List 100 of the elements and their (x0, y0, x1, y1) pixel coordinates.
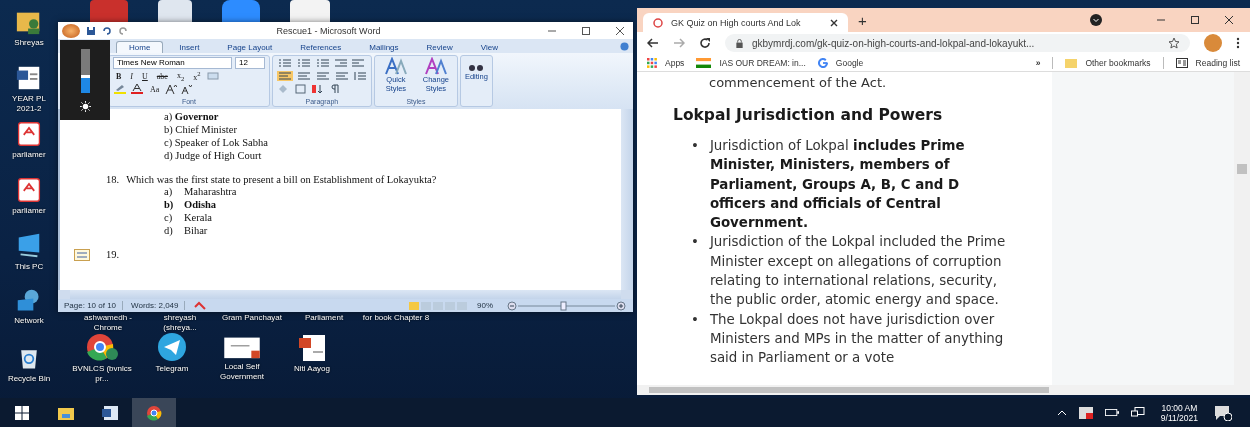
redo-icon[interactable] (118, 25, 128, 36)
brightness-slider[interactable] (80, 48, 90, 93)
horizontal-scrollbar[interactable] (70, 290, 621, 299)
close-icon[interactable] (1224, 15, 1234, 25)
horizontal-scrollbar[interactable] (637, 385, 1250, 395)
maximize-icon[interactable] (581, 25, 591, 36)
tray-app-icon[interactable] (1078, 406, 1093, 419)
desktop-icon-label[interactable]: YEAR PL 2021-2 (9, 94, 49, 114)
reload-icon[interactable] (699, 37, 711, 49)
bullet-item: The Lokpal does not have jurisdiction over Ministers and MPs in the matter of anything said in Parliament or a vote (709, 310, 1005, 368)
undo-icon[interactable] (102, 25, 112, 36)
document-icon (102, 405, 118, 420)
network-icon[interactable] (1130, 406, 1145, 419)
brightness-icon (79, 100, 91, 112)
align-icon[interactable] (276, 71, 293, 81)
sort-icon[interactable] (310, 84, 325, 94)
browser-icon[interactable] (85, 332, 119, 362)
back-icon[interactable] (647, 37, 659, 49)
address-bar[interactable]: gkbymrdj.com/gk-quiz-on-high-courts-and-lokpal-and-lokayukt... (725, 34, 1190, 52)
format-button[interactable]: B (113, 71, 125, 81)
notification-icon[interactable] (1214, 404, 1232, 421)
choice-text: Maharashtra (184, 186, 237, 199)
bookmark[interactable]: IAS OUR DREAM: in... (696, 57, 806, 68)
grow-font-icon[interactable] (165, 84, 178, 94)
more-bookmarks-button[interactable]: » (1035, 57, 1041, 68)
close-icon[interactable] (830, 18, 838, 27)
vertical-scrollbar[interactable] (621, 109, 633, 290)
grid-icon (647, 57, 657, 68)
format-button[interactable]: x$_{2}$ (173, 70, 188, 82)
desktop-icon-label[interactable]: for book Chapter 8 (362, 313, 430, 333)
battery-icon[interactable] (1104, 408, 1119, 417)
maximize-icon[interactable] (1190, 15, 1200, 25)
close-icon[interactable] (615, 25, 625, 36)
ribbon-tab[interactable]: References (288, 42, 354, 53)
ribbon-tab[interactable]: View (468, 42, 510, 53)
clock-date[interactable]: 9/11/2021 (1160, 412, 1198, 423)
desktop-icon-label[interactable]: parliamer (12, 150, 46, 160)
ribbon-tab[interactable]: Insert (167, 42, 212, 53)
browser-tab[interactable]: GK Quiz on High courts And Lok (643, 13, 848, 32)
presentation-file-icon[interactable] (297, 332, 327, 362)
chevron-up-icon[interactable] (1056, 409, 1067, 416)
desktop-icon-label[interactable]: Parliament (290, 313, 358, 333)
paper-plane-icon[interactable] (157, 332, 187, 362)
bookmark[interactable]: Apps (647, 57, 685, 68)
desktop-icon-label[interactable]: This PC (14, 262, 44, 272)
desktop-icon-label[interactable]: parliamer (12, 206, 46, 216)
desktop-icon-label[interactable]: shreyash (shreya... (146, 313, 214, 333)
zoom-slider-drawing[interactable] (507, 300, 627, 311)
star-icon[interactable] (1168, 37, 1180, 49)
proofing-icon[interactable] (193, 300, 208, 311)
ribbon-tab[interactable]: Home (116, 41, 164, 53)
bullet-marker: • (691, 233, 699, 252)
lock-icon (735, 38, 744, 48)
bookmark[interactable]: Google (817, 57, 864, 68)
office-button[interactable] (62, 23, 80, 38)
font-name-dropdown[interactable]: Times New Roman (113, 57, 232, 69)
question-number: 18. (106, 174, 120, 185)
new-tab-button[interactable]: + (858, 11, 867, 29)
font-color-icon[interactable] (130, 84, 144, 94)
browser-icon (146, 404, 162, 421)
menu-icon[interactable] (1236, 37, 1240, 49)
reading-list-icon (1175, 57, 1188, 68)
ribbon-tab[interactable]: Review (414, 42, 465, 53)
save-icon[interactable] (86, 25, 96, 36)
change-case-button[interactable]: Aa (147, 84, 163, 94)
zoom-level[interactable]: 90% (477, 301, 499, 310)
choice-marker: d) (164, 225, 174, 238)
ribbon-tab[interactable]: Mailings (357, 42, 411, 53)
format-button[interactable]: abe (153, 71, 171, 81)
desktop-icon-label[interactable]: Telegram (155, 364, 189, 374)
desktop-icon-label[interactable]: BVNLCS (bvnlcs pr... (68, 364, 136, 384)
help-icon[interactable] (620, 41, 629, 51)
pdf-icon[interactable] (16, 176, 42, 204)
section-heading: Lokpal Jurisdiction and Powers (673, 106, 944, 124)
desktop-icon-label[interactable]: Shreyas (14, 38, 44, 48)
ribbon-tab[interactable]: Page Layout (215, 42, 285, 53)
vertical-scrollbar[interactable] (1234, 72, 1250, 385)
shrink-font-icon[interactable] (180, 84, 193, 94)
choice-marker: b) (164, 199, 174, 212)
bookmark-folder[interactable]: Other bookmarks (1065, 57, 1151, 68)
profile-avatar[interactable] (1204, 34, 1222, 52)
pdf-icon[interactable] (16, 120, 42, 148)
format-button[interactable]: I (127, 71, 136, 81)
choice-marker: a) (164, 186, 174, 199)
tab-search-icon[interactable] (1090, 14, 1102, 26)
word-count: Words: 2,049 (131, 301, 186, 310)
format-button[interactable]: U (139, 71, 151, 81)
site-icon (653, 17, 663, 28)
reading-list-button[interactable]: Reading list (1175, 57, 1240, 68)
format-button[interactable]: x$^{2}$ (190, 70, 204, 82)
desktop-icon-label[interactable]: Gram Panchayat (218, 313, 286, 333)
clock-time[interactable]: 10:00 AM (1161, 402, 1198, 413)
bullet-item: Jurisdiction of the Lokpal included the Prime Minister except on allegations of corruption relating to international relations, security, the public order, atomic energy and space. (709, 233, 1007, 310)
app-icon[interactable] (222, 0, 260, 22)
desktop-icon-label[interactable]: Network (14, 316, 44, 326)
desktop-icon-label[interactable]: Local Self Government (208, 362, 276, 382)
desktop-icon-label[interactable]: ashwamedh - Chrome (74, 313, 142, 333)
font-size-dropdown[interactable]: 12 (235, 57, 265, 69)
desktop-icon-label[interactable]: Niti Aayog (294, 364, 330, 374)
desktop-icon-label[interactable]: Recycle Bin (7, 374, 51, 384)
